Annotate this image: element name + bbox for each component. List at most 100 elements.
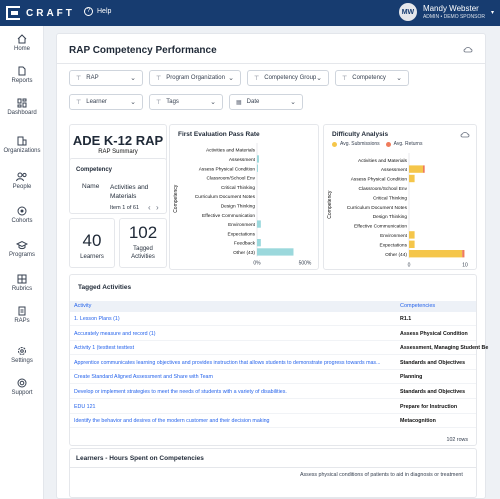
table-row[interactable]: Activity 1 (testtest testtest Assessment,… [70,342,488,356]
bar [257,239,261,247]
category-label: Environment [228,222,256,228]
activity-link[interactable]: Activity 1 (testtest testtest [74,345,390,351]
gear-icon [18,347,26,355]
table-row[interactable]: Develop or implement strategies to meet … [70,386,476,399]
column-header-activity[interactable]: Activity [70,301,396,312]
bar [462,250,465,258]
filter-tags[interactable]: ⊤ Tags ⌄ [149,94,223,110]
cloud-download-icon[interactable] [460,131,470,138]
category-label: Effective Communication [354,224,407,230]
sidebar-item-label: Home [13,46,30,52]
category-label: Classroom/School Env [206,176,255,182]
help-link[interactable]: ? Help [84,7,111,16]
table-row[interactable]: Accurately measure and record (1) Assess … [70,328,476,341]
filter-label: Competency [352,75,386,81]
chevron-right-icon[interactable]: › [156,203,159,212]
user-menu[interactable]: MW Mandy Webster ADMIN • DEMO SPONSOR ▾ [398,3,494,21]
filter-date[interactable]: ▦ Date ⌄ [229,94,303,110]
sidebar-item-people[interactable]: People [0,172,44,190]
learners-card: 40 Learners [69,218,115,268]
sidebar-item-label: Support [11,390,33,396]
top-bar: CRAFT ? Help MW Mandy Webster ADMIN • DE… [0,0,500,26]
y-axis-label: Competency [327,190,333,219]
tagged-activities-card: 102 Tagged Activities [119,218,167,268]
user-name: Mandy Webster [422,4,479,13]
competency-cell: Assessment, Managing Student Be [400,345,489,352]
legend-label: Avg. Returns [393,141,423,147]
chevron-down-icon: ⌄ [228,75,234,82]
graduation-icon [16,240,28,250]
competency-cell: Assess Physical Condition [400,330,468,337]
category-label: Environment [380,233,408,239]
grid-icon [17,274,27,284]
filter-learner[interactable]: ⊤ Learner ⌄ [69,94,143,110]
sidebar-item-settings[interactable]: Settings [0,346,44,364]
sidebar-item-raps[interactable]: RAPs [0,306,44,324]
table-row[interactable]: 1. Lesson Plans (1) R1.1 [70,313,476,326]
filter-label: RAP [86,75,99,81]
bar [257,248,294,256]
file-icon [18,66,26,76]
chevron-down-icon: ⌄ [290,99,296,106]
filter-rap[interactable]: ⊤ RAP ⌄ [69,70,143,86]
filter-program-organization[interactable]: ⊤ Program Organization ⌄ [149,70,241,86]
sidebar-item-support[interactable]: Support [0,378,44,396]
bar [409,174,415,183]
legend-swatch [332,141,337,147]
competency-card: Competency Name Activities and Materials… [69,158,167,214]
category-label: Curriculum Document Notes [195,194,256,200]
activity-link[interactable]: EDU 121 [74,404,390,410]
table-row[interactable]: Identify the behavior and desires of the… [70,415,476,429]
filter-competency-group[interactable]: ⊤ Competency Group ⌄ [247,70,329,86]
competency-cell: R1.1 [400,316,412,322]
activity-link[interactable]: Apprentice communicates learning objecti… [74,360,390,366]
sidebar-item-label: Programs [8,252,35,258]
sidebar-item-organizations[interactable]: Organizations [0,136,44,154]
activity-link[interactable]: Identify the behavior and desires of the… [74,418,390,424]
filter-label: Date [246,99,260,105]
chevron-down-icon: ⌄ [210,99,216,106]
sidebar-item-reports[interactable]: Reports [0,66,44,84]
category-label: Activities and Materials [358,158,408,164]
sidebar-item-dashboard[interactable]: Dashboard [0,98,44,116]
y-axis-label: Competency [173,184,179,213]
chevron-left-icon[interactable]: ‹ [148,203,151,212]
category-label: Expectations [228,231,256,237]
brand-name: CRAFT [26,7,75,19]
legend-swatch [385,141,391,147]
category-label: Critical Thinking [373,195,407,201]
building-icon [17,136,27,146]
category-label: Assess Physical Condition [199,166,256,172]
chart-title: First Evaluation Pass Rate [178,131,260,138]
filter-competency[interactable]: ⊤ Competency ⌄ [335,70,409,86]
page-title: RAP Competency Performance [69,45,217,56]
bar [257,164,258,172]
sidebar-item-cohorts[interactable]: Cohorts [0,206,44,224]
table-row[interactable]: Create Standard Aligned Assessment and S… [70,371,476,385]
sidebar-item-label: RAPs [14,318,30,324]
cloud-download-icon[interactable] [463,46,473,53]
sidebar-item-home[interactable]: Home [0,34,44,52]
activity-link[interactable]: Develop or implement strategies to meet … [74,389,390,395]
sidebar-item-programs[interactable]: Programs [0,240,44,258]
activity-link[interactable]: 1. Lesson Plans (1) [74,316,390,322]
sidebar-item-rubrics[interactable]: Rubrics [0,274,44,292]
activity-link[interactable]: Create Standard Aligned Assessment and S… [74,374,390,380]
tagged-activities-table: Tagged Activities Activity Competencies … [69,274,488,446]
column-header-competencies[interactable]: Competencies [396,301,476,312]
competency-name: Activities and Materials [110,183,148,201]
x-tick-label: 500% [299,261,312,267]
competency-cell: Prepare for Instruction [400,403,458,410]
sidebar-item-label: Settings [11,358,33,364]
table-row[interactable]: EDU 121 Prepare for Instruction [70,401,476,414]
category-label: Critical Thinking [221,185,255,191]
name-label: Name [82,183,100,190]
filter-label: Program Organization [166,75,225,81]
table-row[interactable]: Apprentice communicates learning objecti… [70,357,476,370]
difficulty-chart: Competency Activities and Materials Assess… [327,153,468,268]
brand-logo[interactable]: CRAFT [6,5,75,21]
category-label: Activities and Materials [206,148,256,154]
activity-link[interactable]: Accurately measure and record (1) [74,331,390,337]
tagged-label-2: Activities [131,254,155,260]
cohorts-icon [17,206,27,216]
